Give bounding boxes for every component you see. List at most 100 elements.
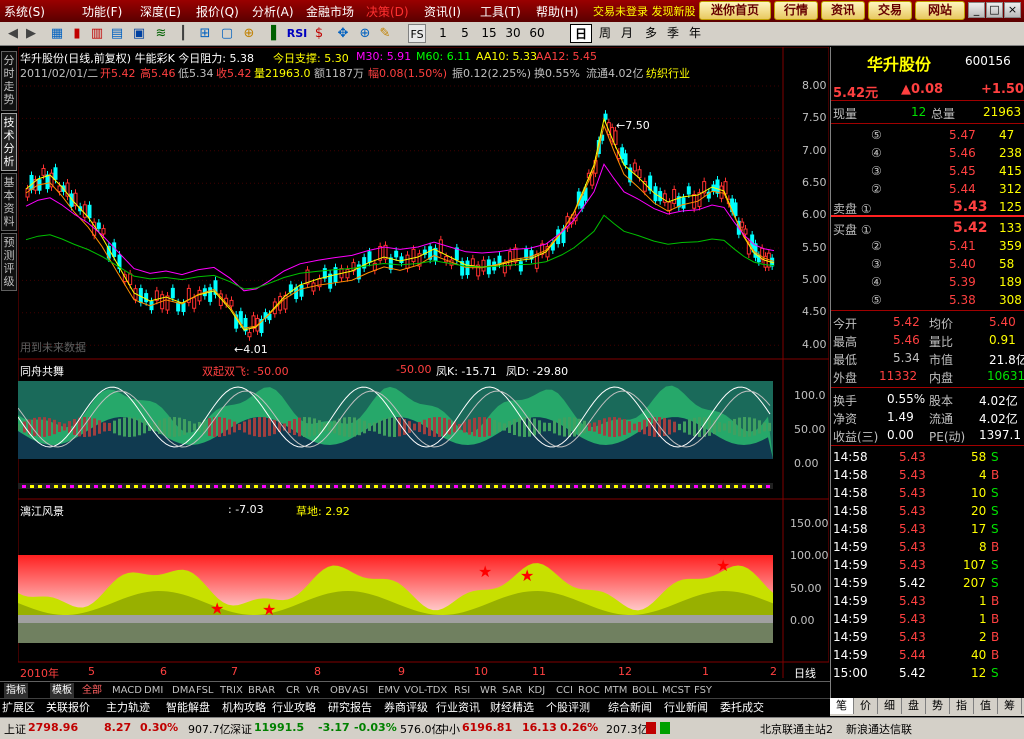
ask-price[interactable]: 5.45 — [949, 164, 976, 178]
function-tab[interactable]: 财经精选 — [490, 700, 534, 716]
detail-tab[interactable]: 细 — [878, 698, 902, 714]
indicator-tab[interactable]: ROC — [578, 683, 600, 698]
indicator-tab[interactable]: 指标 — [4, 683, 28, 698]
function-tab[interactable]: 行业攻略 — [272, 700, 316, 716]
indicator-tab[interactable]: BOLL — [632, 683, 658, 698]
indicator-tab[interactable]: EMV — [378, 683, 400, 698]
move-icon[interactable]: ✥ — [334, 25, 352, 43]
function-tab[interactable]: 关联报价 — [46, 700, 90, 716]
nav-mini-home[interactable]: 迷你首页 — [699, 1, 771, 20]
zoom-in-icon[interactable]: ⊕ — [356, 25, 374, 43]
period-day[interactable]: 日 — [570, 24, 592, 43]
indicator-tab[interactable]: DMI — [144, 683, 163, 698]
indicator-tab[interactable]: FSY — [694, 683, 712, 698]
period-season[interactable]: 季 — [662, 24, 684, 43]
function-tab[interactable]: 综合新闻 — [608, 700, 652, 716]
indicator-tab[interactable]: TRIX — [220, 683, 243, 698]
function-tab[interactable]: 行业新闻 — [664, 700, 708, 716]
window-icon[interactable]: ▢ — [218, 25, 236, 43]
nav-quotes[interactable]: 行情 — [774, 1, 818, 20]
bid-price[interactable]: 5.38 — [949, 293, 976, 307]
server-name[interactable]: 北京联通主站2 — [760, 721, 833, 737]
tab-rating[interactable]: 预测评级 — [1, 233, 17, 291]
function-tab[interactable]: 主力轨迹 — [106, 700, 150, 716]
nav-info[interactable]: 资讯 — [821, 1, 865, 20]
period-year[interactable]: 年 — [684, 24, 706, 43]
kline-icon[interactable]: ┃ — [174, 25, 192, 43]
function-tab[interactable]: 研究报告 — [328, 700, 372, 716]
tab-fundamentals[interactable]: 基本资料 — [1, 173, 17, 231]
lock-icon[interactable]: ⊕ — [240, 25, 258, 43]
detail-tab[interactable]: 势 — [926, 698, 950, 714]
menu-decision[interactable]: 决策(D) — [366, 3, 409, 20]
fs-button[interactable]: FS — [408, 24, 426, 43]
report-icon[interactable]: ▣ — [130, 25, 148, 43]
nav-website[interactable]: 网站 — [915, 1, 965, 20]
detail-tab[interactable]: 筹 — [998, 698, 1022, 714]
indicator-tab[interactable]: CR — [286, 683, 300, 698]
period-multi[interactable]: 多 — [640, 24, 662, 43]
minimize-button[interactable]: _ — [968, 2, 985, 18]
indicator-tab[interactable]: OBV — [330, 683, 351, 698]
compare-icon[interactable]: ⊞ — [196, 25, 214, 43]
function-tab[interactable]: 券商评级 — [384, 700, 428, 716]
ask-price[interactable]: 5.43 — [953, 199, 988, 215]
tab-intraday[interactable]: 分时走势 — [1, 51, 17, 111]
function-tab[interactable]: 委托成交 — [720, 700, 764, 716]
detail-tab[interactable]: 价 — [854, 698, 878, 714]
table-icon[interactable]: ▤ — [108, 25, 126, 43]
menu-help[interactable]: 帮助(H) — [536, 3, 578, 20]
function-tab[interactable]: 扩展区 — [2, 700, 35, 716]
chart-area[interactable]: ★ ★ ★ ★ ★ 华升股份(日线,前复权) 牛能彩K 今日阻力: 5.38 今日支撑:… — [18, 47, 829, 680]
menu-tools[interactable]: 工具(T) — [480, 3, 521, 20]
indicator-tab[interactable]: SAR — [502, 683, 522, 698]
indicator-tab[interactable]: MACD — [112, 683, 142, 698]
indicator-tab[interactable]: ASI — [352, 683, 368, 698]
indicator-tab[interactable]: DMA — [172, 683, 195, 698]
menu-function[interactable]: 功能(F) — [82, 3, 122, 20]
menu-system[interactable]: 系统(S) — [4, 3, 45, 20]
period-60min[interactable]: 60 — [526, 24, 548, 43]
bid-price[interactable]: 5.42 — [953, 220, 988, 236]
news-ticker[interactable]: 新浪通达信联 — [846, 721, 912, 737]
indicator-tab[interactable]: MCST — [662, 683, 690, 698]
bid-price[interactable]: 5.39 — [949, 275, 976, 289]
function-tab[interactable]: 智能解盘 — [166, 700, 210, 716]
menu-quote[interactable]: 报价(Q) — [196, 3, 239, 20]
period-1min[interactable]: 1 — [432, 24, 454, 43]
ask-price[interactable]: 5.44 — [949, 182, 976, 196]
grid-icon[interactable]: ▦ — [48, 25, 66, 43]
menu-info[interactable]: 资讯(I) — [424, 3, 461, 20]
menu-analysis[interactable]: 分析(A) — [252, 3, 294, 20]
function-tab[interactable]: 个股评测 — [546, 700, 590, 716]
indicator-tab[interactable]: RSI — [454, 683, 470, 698]
ask-price[interactable]: 5.46 — [949, 146, 976, 160]
volume-icon[interactable]: ▐ — [262, 25, 280, 43]
period-week[interactable]: 周 — [594, 24, 616, 43]
indicator-tab[interactable]: 全部 — [82, 683, 102, 698]
maximize-button[interactable]: □ — [986, 2, 1003, 18]
back-icon[interactable]: ◀ — [4, 25, 22, 43]
period-30min[interactable]: 30 — [502, 24, 524, 43]
indicator-tab[interactable]: VR — [306, 683, 320, 698]
indicator-tab[interactable]: BRAR — [248, 683, 275, 698]
indicator-tab[interactable]: MTM — [604, 683, 627, 698]
period-month[interactable]: 月 — [616, 24, 638, 43]
function-tab[interactable]: 行业资讯 — [436, 700, 480, 716]
detail-tab[interactable]: 笔 — [830, 698, 854, 714]
ask-price[interactable]: 5.47 — [949, 128, 976, 142]
indicator-tab[interactable]: WR — [480, 683, 497, 698]
dollar-icon[interactable]: $ — [310, 25, 328, 43]
tab-technical[interactable]: 技术分析 — [1, 113, 17, 171]
rsi-button[interactable]: RSI — [285, 24, 309, 43]
period-5min[interactable]: 5 — [454, 24, 476, 43]
function-tab[interactable]: 机构攻略 — [222, 700, 266, 716]
menu-finance-market[interactable]: 金融市场 — [306, 3, 354, 20]
indicator-tab[interactable]: FSL — [196, 683, 214, 698]
period-15min[interactable]: 15 — [478, 24, 500, 43]
pen-icon[interactable]: ✎ — [376, 25, 394, 43]
bar-icon[interactable]: ▥ — [88, 25, 106, 43]
detail-tab[interactable]: 值 — [974, 698, 998, 714]
detail-tab[interactable]: 盘 — [902, 698, 926, 714]
candle-icon[interactable]: ▮ — [68, 25, 86, 43]
